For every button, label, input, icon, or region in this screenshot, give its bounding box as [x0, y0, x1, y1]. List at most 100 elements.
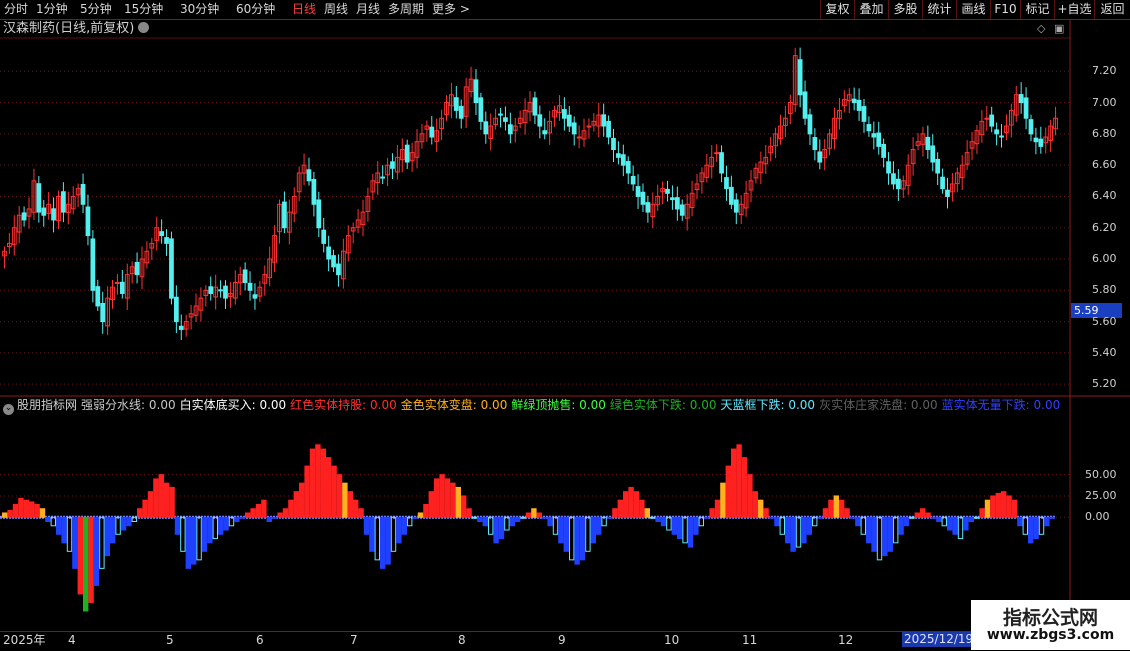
indicator-bar: [72, 516, 78, 569]
indicator-tick-label: 25.00: [1085, 488, 1117, 502]
candle-body: [930, 145, 936, 163]
price-tick-label: 7.20: [1092, 64, 1117, 78]
candle-body: [458, 105, 464, 119]
price-tick-label: 5.60: [1092, 314, 1117, 328]
candle-body: [336, 263, 341, 276]
indicator-bar: [309, 448, 316, 518]
candle-body: [886, 161, 891, 174]
candle-body: [1023, 97, 1029, 119]
indicator-bar: [477, 516, 483, 522]
candle-body: [856, 99, 862, 111]
indicator-bar: [417, 512, 424, 518]
price-chart[interactable]: [0, 0, 1130, 650]
candle-body: [218, 289, 223, 292]
indicator-bar: [995, 492, 1001, 518]
indicator-bar: [882, 516, 888, 557]
indicator-bar: [725, 465, 731, 518]
candle-body: [679, 204, 685, 216]
indicator-legend-item: 金色实体变盘: 0.00: [400, 398, 508, 412]
indicator-bar: [547, 516, 553, 527]
indicator-bar: [450, 482, 456, 518]
indicator-bar: [714, 499, 721, 518]
indicator-bar: [779, 516, 785, 535]
indicator-bar: [137, 508, 143, 518]
candle-body: [100, 302, 106, 323]
price-tick-label: 5.80: [1092, 283, 1117, 297]
indicator-bar: [180, 516, 186, 552]
indicator-bar: [88, 516, 94, 603]
candle-body: [429, 126, 435, 138]
candle-body: [566, 114, 572, 127]
indicator-bar: [126, 516, 132, 527]
indicator-bar: [434, 478, 440, 518]
candle-body: [115, 281, 120, 284]
indicator-bar: [1038, 516, 1045, 535]
date-tick-label: 7: [350, 633, 358, 647]
candle-body: [404, 144, 410, 163]
indicator-bar: [758, 499, 764, 518]
indicator-bar: [687, 516, 694, 548]
candle-body: [802, 91, 808, 119]
indicator-bar: [12, 503, 19, 518]
indicator-tick-label: 0.00: [1085, 510, 1110, 524]
indicator-bar: [385, 516, 391, 565]
indicator-bar: [963, 516, 969, 531]
indicator-bar: [839, 499, 845, 518]
candle-body: [36, 183, 42, 213]
indicator-bar: [104, 516, 110, 557]
indicator-bar: [720, 482, 726, 518]
indicator-bar: [261, 499, 267, 518]
indicator-bar: [563, 516, 569, 552]
candle-body: [645, 202, 651, 213]
indicator-bar: [358, 508, 364, 518]
candle-body: [984, 117, 990, 120]
indicator-name[interactable]: 股朋指标网: [17, 398, 77, 412]
indicator-bar: [412, 516, 418, 519]
indicator-legend-item: 强弱分水线: 0.00: [81, 398, 176, 412]
date-tick-label: 5: [166, 633, 174, 647]
indicator-bar: [509, 516, 516, 527]
indicator-bar: [66, 516, 73, 552]
candle-body: [331, 255, 336, 268]
date-tick-label: 2025年: [3, 633, 46, 647]
indicator-bar: [552, 516, 559, 535]
candle-body: [316, 199, 322, 229]
indicator-bar: [903, 516, 910, 527]
candle-body: [178, 325, 184, 330]
date-tick-label: 4: [68, 633, 76, 647]
chevron-down-icon[interactable]: ⌄: [3, 404, 14, 415]
indicator-bar: [428, 491, 435, 518]
candle-body: [95, 286, 101, 307]
indicator-bar: [7, 509, 13, 518]
indicator-bar: [374, 516, 381, 561]
indicator-bar: [536, 512, 542, 518]
indicator-bar: [1028, 516, 1034, 544]
indicator-bar: [347, 491, 354, 518]
indicator-bar: [56, 516, 62, 535]
indicator-bar: [1017, 516, 1023, 527]
indicator-legend-item: 绿色实体下跌: 0.00: [609, 398, 717, 412]
indicator-bar: [655, 516, 661, 522]
indicator-bar: [488, 516, 494, 535]
indicator-bar: [849, 516, 856, 519]
indicator-bar: [936, 516, 942, 522]
candle-body: [159, 231, 164, 237]
indicator-bar: [1022, 516, 1028, 535]
date-tick-label: 10: [664, 633, 680, 647]
candle-body: [503, 117, 508, 122]
candle-body: [576, 136, 582, 139]
indicator-bar: [623, 491, 629, 518]
indicator-bar: [774, 516, 780, 527]
candle-body: [935, 158, 941, 174]
candle-body: [306, 169, 312, 182]
candle-body: [51, 208, 56, 221]
indicator-bar: [671, 516, 677, 535]
candle-body: [134, 261, 140, 276]
candle-body: [380, 176, 386, 179]
indicator-bar: [185, 516, 192, 569]
candle-body: [571, 122, 577, 135]
candle-body: [173, 296, 179, 323]
candle-body: [478, 97, 484, 122]
indicator-bar: [633, 491, 640, 518]
indicator-bar: [174, 516, 181, 535]
